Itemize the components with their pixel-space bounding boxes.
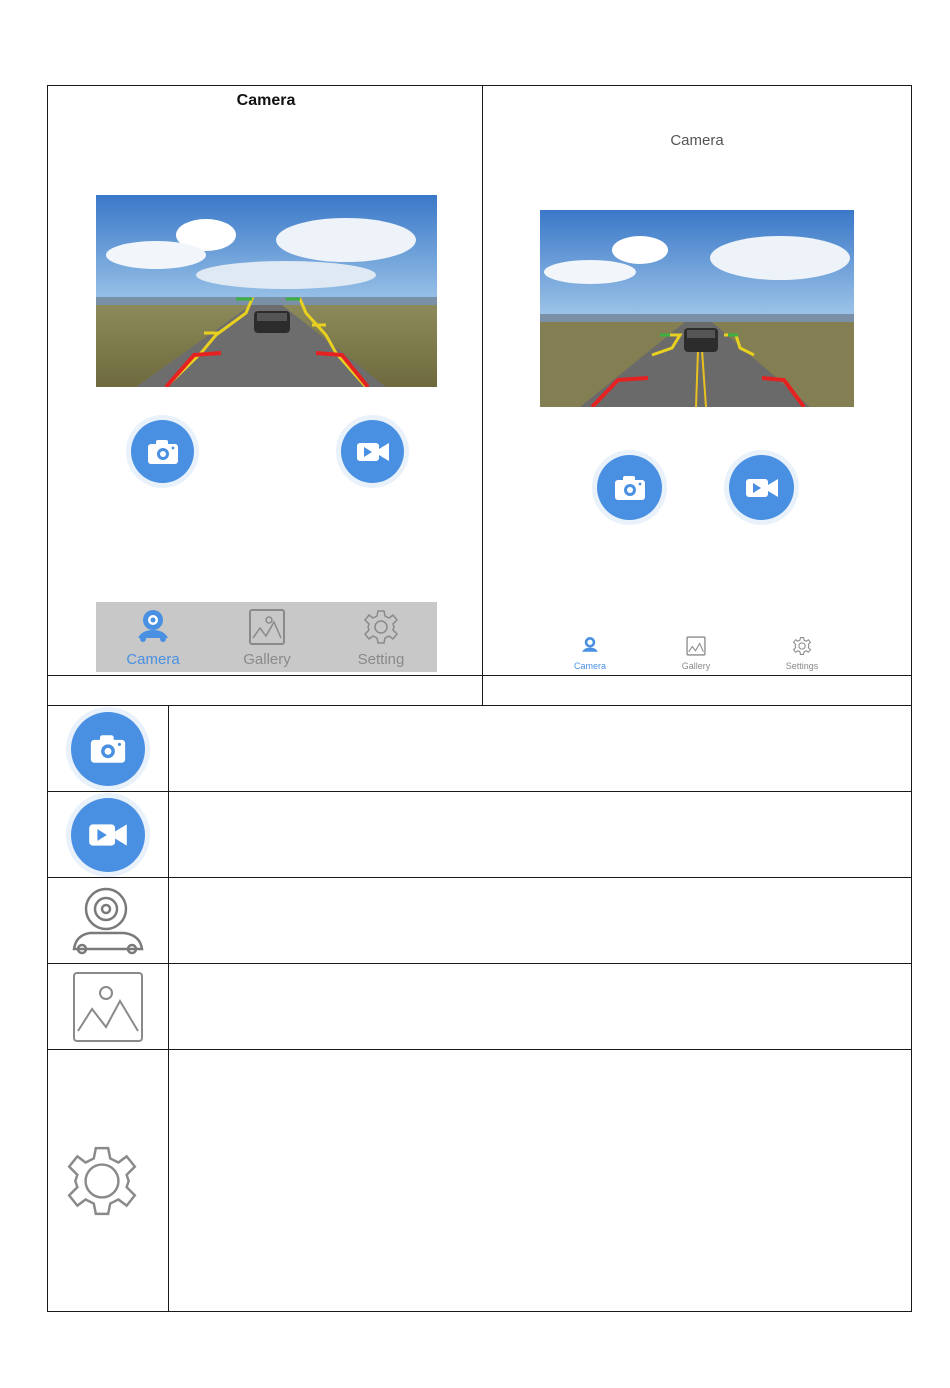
photo-camera-icon (90, 734, 126, 763)
table-row-line (47, 791, 912, 792)
right-camera-preview (540, 210, 854, 407)
video-camera-icon (745, 478, 778, 497)
tab-label: Setting (357, 651, 405, 668)
right-tab-settings[interactable]: Settings (772, 636, 832, 671)
legend-row-camera-tab (48, 878, 168, 963)
gallery-image-icon (686, 636, 706, 656)
video-camera-icon (356, 442, 389, 461)
table-row-line (47, 1049, 912, 1050)
gear-icon (363, 610, 399, 644)
legend-row-gallery-tab (48, 964, 168, 1049)
right-tab-gallery[interactable]: Gallery (666, 636, 726, 671)
video-camera-icon (89, 823, 127, 846)
tab-label: Camera (573, 661, 606, 671)
left-tab-camera[interactable]: Camera (110, 608, 196, 668)
tab-label: Settings (785, 661, 819, 671)
left-tab-gallery[interactable]: Gallery (224, 608, 310, 668)
left-screen-title: Camera (236, 92, 296, 109)
tab-label: Camera (126, 651, 180, 668)
left-record-video-button[interactable] (341, 420, 404, 483)
car-camera-icon (138, 610, 168, 642)
legend-row-photo (48, 706, 168, 791)
left-tab-bar: Camera Gallery Setting (96, 602, 437, 672)
photo-camera-icon (147, 439, 178, 464)
gallery-image-icon (249, 609, 285, 645)
car-camera-icon (72, 887, 144, 954)
legend-row-video (48, 792, 168, 877)
right-record-video-button[interactable] (729, 455, 794, 520)
table-border-bottom (47, 1311, 912, 1312)
table-divider-screens (482, 85, 483, 705)
right-take-photo-button[interactable] (597, 455, 662, 520)
table-row-line (47, 675, 912, 676)
table-border-right (911, 85, 912, 1312)
left-camera-preview (96, 195, 437, 387)
legend-row-settings-tab (48, 1050, 156, 1311)
left-take-photo-button[interactable] (131, 420, 194, 483)
table-row-line (47, 877, 912, 878)
right-tab-bar: Camera Gallery Settings (540, 632, 854, 672)
gear-icon (67, 1146, 137, 1215)
gear-icon (792, 637, 812, 655)
table-row-line (47, 963, 912, 964)
table-border-top (47, 85, 912, 86)
legend-photo-button (71, 711, 145, 786)
legend-video-button (71, 797, 145, 872)
gallery-image-icon (73, 971, 143, 1042)
tab-label: Gallery (243, 651, 291, 668)
right-screen-title: Camera (670, 132, 724, 149)
photo-camera-icon (614, 475, 645, 500)
tab-label: Gallery (681, 661, 711, 671)
table-row-line (47, 705, 912, 706)
right-tab-camera[interactable]: Camera (560, 636, 620, 671)
table-divider-legend (168, 705, 169, 1312)
left-tab-setting[interactable]: Setting (338, 608, 424, 668)
car-camera-icon (582, 637, 598, 652)
